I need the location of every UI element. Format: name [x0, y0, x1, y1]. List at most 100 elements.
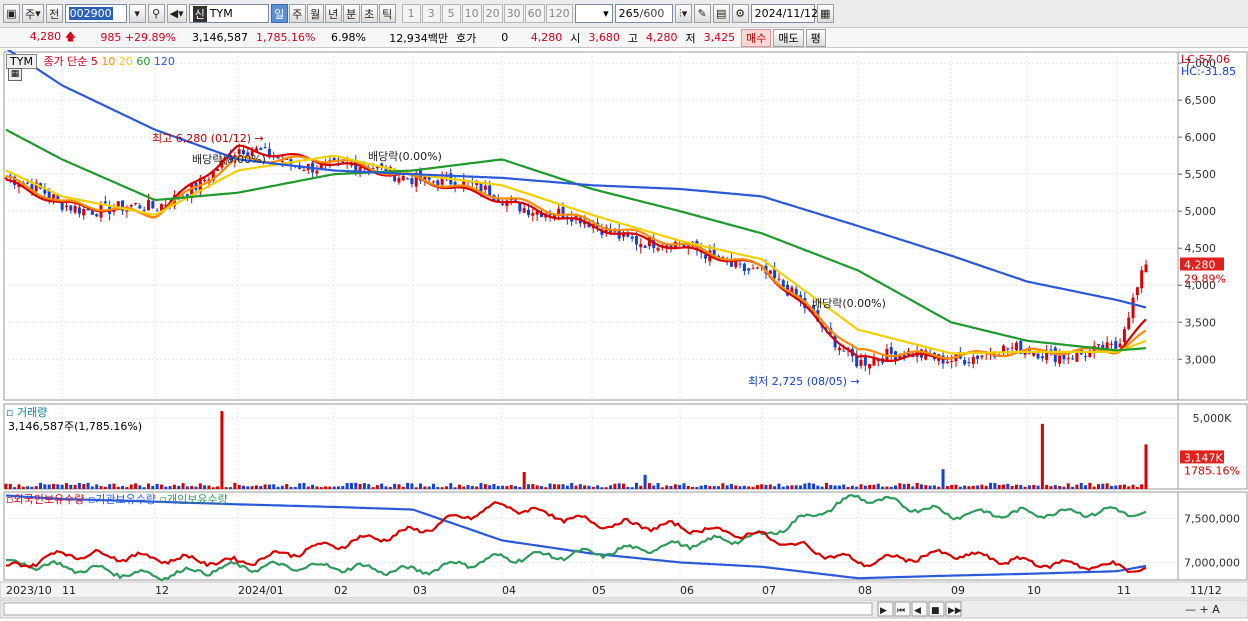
volume-bar	[846, 486, 850, 489]
volume-bar	[129, 484, 133, 489]
period-tab-3[interactable]: 년	[324, 4, 342, 23]
volume-bar	[919, 484, 923, 489]
volume-bar	[729, 484, 733, 489]
gear-icon[interactable]: ⚙	[731, 4, 749, 23]
interval-10[interactable]: 10	[461, 4, 482, 23]
period-tab-0[interactable]: 일	[270, 4, 288, 23]
calendar-icon[interactable]: ▦	[816, 4, 834, 23]
period-tab-5[interactable]: 초	[360, 4, 378, 23]
last-volume-pct: 1785.16%	[1184, 464, 1240, 477]
candle-body	[872, 358, 876, 366]
volume-bar	[1023, 486, 1027, 489]
holdings-legend: ▫외국인보유수량 ▫기관보유수량 ▫개인보유수량	[6, 491, 228, 507]
volume-bar	[794, 485, 798, 489]
volume-bar	[570, 482, 574, 489]
name-field[interactable]: 신 TYM	[188, 4, 269, 23]
candle-body	[302, 170, 306, 172]
search-icon[interactable]: ⚲	[147, 4, 165, 23]
volume-bar	[280, 485, 284, 489]
window-icon[interactable]: ▣	[3, 4, 20, 23]
period-tab-1[interactable]: 주	[288, 4, 306, 23]
volume-bar	[898, 483, 902, 489]
scroll-nav-icon: ⏮	[897, 606, 905, 616]
candle-body	[1075, 352, 1079, 362]
volume-bar	[807, 482, 811, 489]
low-label: 저	[685, 31, 696, 45]
count-field[interactable]: 265/600	[614, 4, 673, 23]
interval-60[interactable]: 60	[524, 4, 545, 23]
volume-bar	[354, 482, 358, 489]
volume-bar	[682, 483, 686, 489]
interval-1[interactable]: 1	[401, 4, 421, 23]
volume-bar	[259, 485, 263, 489]
code-input[interactable]: 002900	[64, 4, 127, 23]
volume-bar	[453, 487, 457, 489]
volume-bar	[483, 484, 487, 489]
candle-body	[203, 180, 207, 182]
chart-type-icon[interactable]: ⫶▾	[674, 4, 692, 23]
eval-button[interactable]: 평	[805, 28, 826, 47]
volume-bar	[850, 485, 854, 489]
sell-button[interactable]: 매도	[773, 28, 804, 47]
volume-bar	[39, 482, 43, 489]
period-tab-6[interactable]: 틱	[378, 4, 396, 23]
interval-20[interactable]: 20	[482, 4, 503, 23]
volume-bar	[237, 484, 241, 489]
chart-area[interactable]: 3,000 3,500 4,000 4,500 5,000 5,500 6,000 6,500…	[0, 50, 1248, 621]
volume-bar	[885, 486, 889, 489]
candle-body	[945, 361, 949, 364]
date-field[interactable]: 2024/11/12	[750, 4, 818, 23]
volume-bar	[1049, 486, 1053, 489]
x-tick-label: 2024/01	[238, 584, 284, 597]
volume-bar	[116, 486, 120, 489]
interval-5[interactable]: 5	[441, 4, 461, 23]
x-tick-label: 07	[762, 584, 776, 597]
volume-bar	[643, 474, 647, 489]
volume-bar	[242, 485, 245, 489]
volume-bar	[30, 486, 34, 489]
interval-dropdown[interactable]: ▾	[574, 4, 613, 23]
interval-30[interactable]: 30	[503, 4, 524, 23]
table-icon[interactable]: ▦	[8, 68, 22, 81]
candle-body	[397, 177, 401, 183]
candle-body	[52, 194, 55, 199]
save-icon[interactable]: ▤	[712, 4, 730, 23]
candle-body	[1118, 343, 1122, 348]
volume-bar	[691, 487, 695, 489]
period-tab-2[interactable]: 월	[306, 4, 324, 23]
volume-bar	[527, 484, 530, 489]
candle-body	[1114, 340, 1118, 349]
candle-body	[1109, 343, 1113, 345]
volume-bar	[99, 486, 103, 489]
volume-bar	[220, 411, 224, 489]
interval-120[interactable]: 120	[545, 4, 573, 23]
volume-bar	[764, 485, 768, 489]
volume-bar	[293, 487, 297, 489]
volume-bar	[837, 485, 841, 489]
market-select[interactable]: 주 ▾	[22, 4, 44, 23]
prev-button[interactable]: 전	[45, 4, 63, 23]
interval-3[interactable]: 3	[421, 4, 441, 23]
volume-bar	[781, 486, 785, 489]
symbol-label[interactable]: TYM	[6, 54, 37, 69]
volume-bar	[695, 487, 699, 489]
speaker-icon[interactable]: ◀▾	[166, 4, 187, 23]
draw-tool-icon[interactable]: ✎	[693, 4, 711, 23]
volume-bar	[950, 484, 954, 489]
volume-bar	[341, 486, 345, 489]
volume-bar	[397, 484, 401, 489]
candle-body	[643, 245, 647, 248]
up-arrow-icon: 🡅	[64, 30, 76, 43]
zoom-controls: — + A	[1185, 603, 1220, 616]
volume-bar	[915, 482, 919, 489]
volume-bar	[824, 482, 828, 489]
low-value: 3,425	[703, 31, 736, 44]
chart-svg[interactable]: 3,0003,5004,0004,5005,0005,5006,0006,500…	[0, 50, 1248, 621]
code-dropdown-icon[interactable]: ▾	[128, 4, 146, 23]
volume-bar	[263, 484, 267, 489]
buy-button[interactable]: 매수	[741, 28, 772, 47]
scroll-nav-icon: ▶▶	[948, 606, 962, 616]
period-tab-4[interactable]: 분	[342, 4, 360, 23]
volume-bar	[4, 483, 8, 489]
volume-bar	[976, 485, 980, 489]
